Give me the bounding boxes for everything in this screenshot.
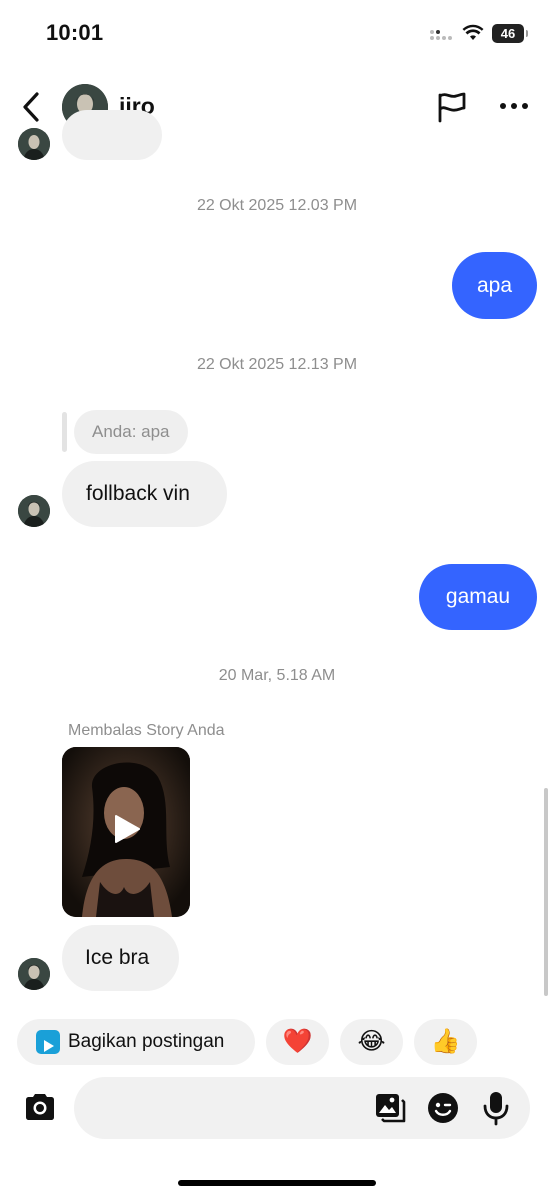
wifi-icon: [462, 24, 484, 40]
signal-icon: [430, 30, 454, 44]
more-icon[interactable]: [498, 96, 530, 116]
quick-reaction-heart[interactable]: ❤️: [266, 1019, 329, 1065]
timestamp: 22 Okt 2025 12.13 PM: [196, 356, 358, 373]
outgoing-message[interactable]: apa: [452, 252, 537, 319]
home-indicator: [178, 1180, 376, 1186]
status-time: 10:01: [46, 20, 104, 45]
scrollbar[interactable]: [544, 788, 548, 996]
reply-quote[interactable]: Anda: apa: [74, 410, 188, 454]
avatar[interactable]: [18, 495, 50, 527]
timestamp: 22 Okt 2025 12.03 PM: [196, 197, 358, 214]
reply-indicator: [62, 412, 67, 452]
battery-icon: 46: [492, 24, 528, 43]
outgoing-message[interactable]: gamau: [419, 564, 537, 630]
story-thumbnail[interactable]: [62, 747, 190, 917]
message-input[interactable]: [74, 1077, 530, 1139]
share-post-icon: [36, 1030, 60, 1054]
share-post-label: Bagikan postingan: [68, 1031, 225, 1052]
back-arrow-icon[interactable]: [18, 90, 46, 124]
gallery-icon[interactable]: [373, 1091, 407, 1125]
play-icon[interactable]: [112, 813, 142, 845]
timestamp: 20 Mar, 5.18 AM: [218, 667, 336, 684]
message-bubble-clipped: [62, 110, 162, 160]
microphone-icon[interactable]: [481, 1090, 511, 1126]
avatar: [18, 128, 50, 160]
incoming-message[interactable]: follback vin: [62, 461, 227, 527]
quick-reaction-thumbs-up[interactable]: 👍: [414, 1019, 477, 1065]
incoming-message[interactable]: Ice bra: [62, 925, 179, 991]
story-reply-label: Membalas Story Anda: [68, 722, 225, 739]
share-post-button[interactable]: Bagikan postingan: [17, 1019, 255, 1065]
avatar[interactable]: [18, 958, 50, 990]
camera-icon[interactable]: [22, 1091, 58, 1123]
sticker-icon[interactable]: [426, 1091, 460, 1125]
flag-icon[interactable]: [434, 90, 468, 124]
quick-reaction-laugh[interactable]: 😂: [340, 1019, 403, 1065]
